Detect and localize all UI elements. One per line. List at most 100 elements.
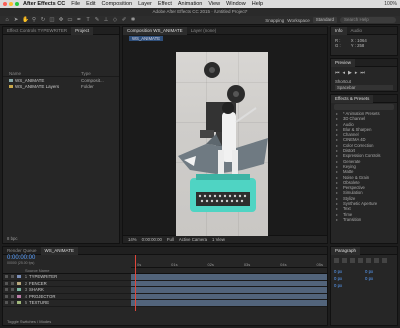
minimize-icon[interactable] xyxy=(9,2,13,6)
zoom-tool-icon[interactable]: ⚲ xyxy=(31,17,37,23)
audio-icon[interactable] xyxy=(10,281,14,285)
tab-timeline-comp[interactable]: WS_ANIMATE xyxy=(40,246,78,255)
tab-composition[interactable]: Composition WS_ANIMATE xyxy=(123,26,187,35)
label-color[interactable] xyxy=(17,301,21,305)
play-icon[interactable]: ▶ xyxy=(348,70,352,76)
tab-project[interactable]: Project xyxy=(71,26,94,35)
justify-all-icon[interactable] xyxy=(382,258,387,263)
space-after-field[interactable]: 0 px xyxy=(334,283,363,288)
stamp-tool-icon[interactable]: ⊥ xyxy=(103,17,109,23)
roto-tool-icon[interactable]: ✐ xyxy=(121,17,127,23)
align-right-icon[interactable] xyxy=(350,258,355,263)
project-footer[interactable]: 8 bpc xyxy=(7,236,18,241)
close-icon[interactable] xyxy=(3,2,7,6)
breadcrumb-item[interactable]: WS_ANIMATE xyxy=(129,36,164,41)
search-help-input[interactable]: Search Help xyxy=(340,17,396,23)
snapping-label[interactable]: Snapping xyxy=(265,18,284,23)
effects-category[interactable]: Transition xyxy=(331,217,397,223)
menu-effect[interactable]: Effect xyxy=(158,1,172,7)
paragraph-title[interactable]: Paragraph xyxy=(331,246,361,255)
resolution-select[interactable]: Full xyxy=(167,237,174,242)
camera-tool-icon[interactable]: ◫ xyxy=(49,17,55,23)
first-frame-icon[interactable]: ⏮ xyxy=(335,70,340,76)
eye-icon[interactable] xyxy=(4,275,8,279)
eye-icon[interactable] xyxy=(4,288,8,292)
justify-left-icon[interactable] xyxy=(358,258,363,263)
effects-title[interactable]: Effects & Presets xyxy=(331,94,374,103)
zoom-select[interactable]: 14% xyxy=(128,237,137,242)
menu-view[interactable]: View xyxy=(208,1,220,7)
ruler-tick: 04s xyxy=(280,262,287,267)
indent-first-field[interactable]: 0 px xyxy=(334,276,363,281)
label-color[interactable] xyxy=(17,288,21,292)
menu-animation[interactable]: Animation xyxy=(178,1,202,7)
menu-layer[interactable]: Layer xyxy=(138,1,152,7)
layer-row[interactable]: 5 TEXTURE xyxy=(3,300,131,307)
rotate-tool-icon[interactable]: ↻ xyxy=(40,17,46,23)
info-panel: Info Audio R :G : X : 1064 Y : 258 xyxy=(330,26,398,56)
menu-window[interactable]: Window xyxy=(226,1,246,7)
space-before-field[interactable]: 0 px xyxy=(365,276,394,281)
tab-info[interactable]: Info xyxy=(331,26,347,35)
label-color[interactable] xyxy=(17,275,21,279)
layer-name: SHARK xyxy=(29,287,44,293)
current-time[interactable]: 0:00:00:00 xyxy=(142,237,162,242)
eraser-tool-icon[interactable]: ◇ xyxy=(112,17,118,23)
zoom-icon[interactable] xyxy=(15,2,19,6)
hand-tool-icon[interactable]: ✋ xyxy=(22,17,29,23)
tab-audio[interactable]: Audio xyxy=(347,28,367,33)
menu-file[interactable]: File xyxy=(71,1,80,7)
audio-icon[interactable] xyxy=(10,288,14,292)
camera-select[interactable]: Active Camera xyxy=(179,237,207,242)
ruler-tick: 02s xyxy=(207,262,214,267)
menu-edit[interactable]: Edit xyxy=(86,1,95,7)
puppet-tool-icon[interactable]: ✱ xyxy=(130,17,136,23)
brush-tool-icon[interactable]: ✎ xyxy=(94,17,100,23)
workspace-select[interactable]: Standard xyxy=(312,17,337,23)
justify-right-icon[interactable] xyxy=(374,258,379,263)
mask-tool-icon[interactable]: ▭ xyxy=(67,17,73,23)
label-color[interactable] xyxy=(17,294,21,298)
audio-icon[interactable] xyxy=(10,294,14,298)
column-name[interactable]: Name xyxy=(9,71,21,76)
composition-canvas[interactable] xyxy=(176,52,268,236)
home-icon[interactable]: ⌂ xyxy=(4,17,10,23)
layer-track[interactable] xyxy=(131,300,327,307)
preview-title[interactable]: Preview xyxy=(331,58,356,67)
last-frame-icon[interactable]: ⏭ xyxy=(360,70,365,76)
selection-tool-icon[interactable]: ➤ xyxy=(13,17,19,23)
eye-icon[interactable] xyxy=(4,281,8,285)
menu-app[interactable]: After Effects CC xyxy=(23,1,65,7)
pan-behind-tool-icon[interactable]: ✥ xyxy=(58,17,64,23)
timeline-footer[interactable]: Toggle Switches / Modes xyxy=(7,319,51,324)
project-item-type: Folder xyxy=(81,83,94,89)
justify-center-icon[interactable] xyxy=(366,258,371,263)
tab-effect-controls[interactable]: Effect Controls TYPEWRITER xyxy=(3,28,71,33)
eye-icon[interactable] xyxy=(4,294,8,298)
eye-icon[interactable] xyxy=(4,301,8,305)
next-frame-icon[interactable]: ▸ xyxy=(355,70,358,76)
shortcut-select[interactable]: Spacebar xyxy=(335,85,393,90)
label-color[interactable] xyxy=(17,281,21,285)
menu-help[interactable]: Help xyxy=(252,1,263,7)
align-center-icon[interactable] xyxy=(342,258,347,263)
audio-icon[interactable] xyxy=(10,301,14,305)
align-left-icon[interactable] xyxy=(334,258,339,263)
tab-layer[interactable]: Layer (none) xyxy=(187,28,221,33)
indent-left-field[interactable]: 0 px xyxy=(334,269,363,274)
project-item[interactable]: WS_ANIMATE Layers Folder xyxy=(3,83,119,89)
effects-search-input[interactable] xyxy=(334,104,394,110)
type-tool-icon[interactable]: T xyxy=(85,17,91,23)
tab-render-queue[interactable]: Render Queue xyxy=(3,248,41,253)
playhead[interactable] xyxy=(135,255,136,311)
timeline-tracks[interactable]: 0s 01s 02s 03s 04s 05s xyxy=(131,255,327,311)
pen-tool-icon[interactable]: ✒ xyxy=(76,17,82,23)
indent-right-field[interactable]: 0 px xyxy=(365,269,394,274)
column-type[interactable]: Type xyxy=(81,71,119,76)
ruler-tick: 03s xyxy=(243,262,251,267)
prev-frame-icon[interactable]: ◂ xyxy=(343,70,346,76)
audio-icon[interactable] xyxy=(10,275,14,279)
menu-composition[interactable]: Composition xyxy=(102,1,133,7)
view-select[interactable]: 1 View xyxy=(212,237,225,242)
time-ruler[interactable]: 0s 01s 02s 03s 04s 05s xyxy=(131,255,327,268)
